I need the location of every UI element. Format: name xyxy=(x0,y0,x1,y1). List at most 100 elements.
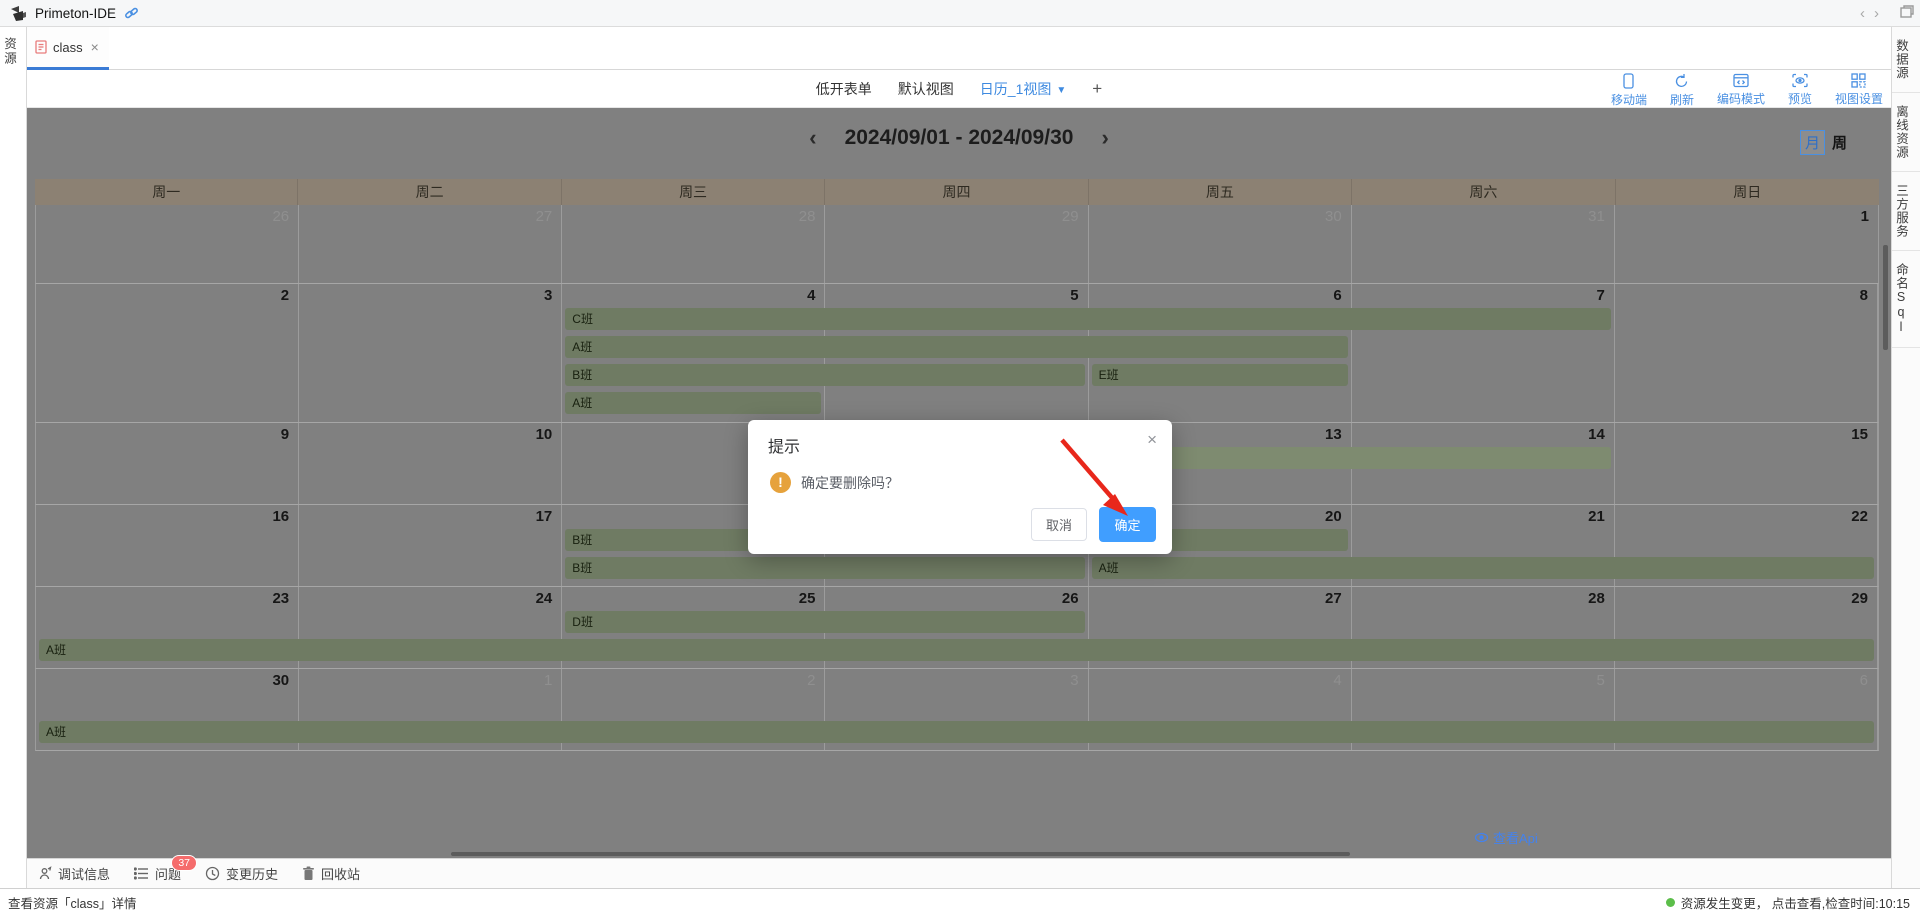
vertical-scrollbar[interactable] xyxy=(1883,245,1888,350)
calendar-cell[interactable]: 29 xyxy=(825,205,1088,283)
restore-window-icon[interactable] xyxy=(1900,5,1914,23)
code-mode-button[interactable]: 编码模式 xyxy=(1717,73,1765,108)
history-icon xyxy=(205,866,220,881)
calendar-cell[interactable]: 2 xyxy=(36,284,299,422)
date-label: 29 xyxy=(1851,590,1868,607)
week-mode-button[interactable]: 周 xyxy=(1832,132,1847,153)
cancel-button[interactable]: 取消 xyxy=(1031,508,1087,541)
view-api-link[interactable]: 查看Api xyxy=(1474,828,1538,847)
month-mode-button[interactable]: 月 xyxy=(1800,130,1825,155)
date-label: 30 xyxy=(1325,208,1342,225)
calendar-cell[interactable]: 27 xyxy=(299,205,562,283)
dialog-message: 确定要删除吗？ xyxy=(801,473,899,493)
change-history-button[interactable]: 变更历史 xyxy=(205,864,278,883)
sidebar-item-resources[interactable]: 资源 xyxy=(0,37,26,66)
date-label: 26 xyxy=(1062,590,1079,607)
resource-change-status[interactable]: 资源发生变更， 点击查看,检查时间:10:15 xyxy=(1666,893,1910,911)
weekday-header: 周五 xyxy=(1089,179,1352,205)
calendar-cell[interactable]: 28 xyxy=(562,205,825,283)
left-sidebar: 资源 xyxy=(0,27,27,888)
next-month-button[interactable]: › xyxy=(1101,127,1108,149)
calendar-event[interactable]: C班 xyxy=(565,308,1611,330)
close-icon[interactable]: × xyxy=(1147,431,1157,448)
add-view-button[interactable]: + xyxy=(1092,79,1102,99)
recycle-icon xyxy=(302,866,315,881)
date-label: 6 xyxy=(1333,287,1341,304)
app-title: Primeton-IDE xyxy=(35,6,116,21)
view-toolbar: 移动端 刷新 编码模式 xyxy=(1611,73,1883,108)
view-tab-default-view[interactable]: 默认视图 xyxy=(898,79,954,99)
view-tab-low-code-form[interactable]: 低开表单 xyxy=(816,79,872,99)
calendar-week-row: 23242526272829D班A班 xyxy=(35,587,1879,669)
calendar-week-row: 23 4 5 6 78C班 A班 B班 E班 A班 xyxy=(35,284,1879,423)
date-label: 3 xyxy=(1070,672,1078,689)
dialog-body: ! 确定要删除吗？ xyxy=(770,472,899,493)
warning-icon: ! xyxy=(770,472,791,493)
window-controls: ‹ › xyxy=(1860,0,1916,27)
tab-close-icon[interactable]: × xyxy=(91,39,99,55)
sidebar-item-thirdparty-services[interactable]: 三方服务 xyxy=(1892,172,1920,251)
tab-class[interactable]: class × xyxy=(27,27,109,70)
calendar-event[interactable]: B班 xyxy=(565,364,1084,386)
view-settings-button[interactable]: 视图设置 xyxy=(1835,73,1883,108)
calendar-cell[interactable]: 17 xyxy=(299,505,562,586)
chevron-down-icon[interactable]: ▼ xyxy=(1056,85,1066,96)
sidebar-item-datasource[interactable]: 数据源 xyxy=(1892,27,1920,93)
date-label: 28 xyxy=(1588,590,1605,607)
code-mode-icon xyxy=(1733,73,1749,88)
prev-month-button[interactable]: ‹ xyxy=(809,127,816,149)
status-dot-icon xyxy=(1666,898,1675,907)
calendar-event[interactable]: B班 xyxy=(565,557,1084,579)
calendar-cell[interactable]: 16 xyxy=(36,505,299,586)
horizontal-scrollbar[interactable] xyxy=(451,852,1350,856)
calendar-cell[interactable]: 3 xyxy=(299,284,562,422)
date-label: 14 xyxy=(1588,426,1605,443)
view-bar: 低开表单 默认视图 日历_1视图▼ + 移动端 刷新 xyxy=(27,70,1891,108)
issues-button[interactable]: 问题 37 xyxy=(134,864,181,883)
sidebar-item-named-sql[interactable]: 命名Sql xyxy=(1892,251,1920,348)
calendar-cell[interactable]: 10 xyxy=(299,423,562,504)
date-label: 4 xyxy=(807,287,815,304)
calendar-cell[interactable]: 1 xyxy=(1615,205,1878,283)
date-label: 9 xyxy=(281,426,289,443)
calendar-cell[interactable]: 8 xyxy=(1615,284,1878,422)
date-label: 7 xyxy=(1597,287,1605,304)
calendar-cell[interactable]: 30 xyxy=(1089,205,1352,283)
view-switcher: 低开表单 默认视图 日历_1视图▼ + xyxy=(816,70,1102,108)
calendar-mode-toggle: 月 周 xyxy=(1800,130,1847,155)
calendar-event[interactable]: A班 xyxy=(1092,557,1874,579)
calendar-cell[interactable]: 26 xyxy=(36,205,299,283)
date-label: 13 xyxy=(1325,426,1342,443)
sidebar-item-offline-resources[interactable]: 离线资源 xyxy=(1892,93,1920,172)
recycle-bin-button[interactable]: 回收站 xyxy=(302,864,360,883)
link-icon[interactable] xyxy=(124,6,139,21)
date-label: 25 xyxy=(799,590,816,607)
confirm-button[interactable]: 确定 xyxy=(1099,507,1156,542)
date-label: 1 xyxy=(544,672,552,689)
view-tab-calendar-1[interactable]: 日历_1视图▼ xyxy=(980,79,1066,99)
nav-forward-icon[interactable]: › xyxy=(1874,6,1879,21)
calendar-event[interactable]: A班 xyxy=(565,336,1347,358)
nav-back-icon[interactable]: ‹ xyxy=(1860,6,1865,21)
confirm-delete-dialog: 提示 × ! 确定要删除吗？ 取消 确定 xyxy=(748,420,1172,554)
date-label: 27 xyxy=(1325,590,1342,607)
calendar-header: ‹ 2024/09/01 - 2024/09/30 › xyxy=(27,126,1891,150)
date-label: 27 xyxy=(536,208,553,225)
calendar-event[interactable]: A班 xyxy=(39,721,1874,743)
calendar-event[interactable]: A班 xyxy=(565,392,821,414)
debug-info-button[interactable]: 调试信息 xyxy=(37,864,110,883)
date-label: 5 xyxy=(1070,287,1078,304)
calendar-event[interactable]: A班 xyxy=(39,639,1874,661)
refresh-button[interactable]: 刷新 xyxy=(1665,73,1699,108)
calendar-cell[interactable]: 9 xyxy=(36,423,299,504)
calendar-cell[interactable]: 15 xyxy=(1615,423,1878,504)
preview-button[interactable]: 预览 xyxy=(1783,73,1817,108)
mobile-button[interactable]: 移动端 xyxy=(1611,73,1647,108)
dialog-title: 提示 xyxy=(768,433,800,457)
calendar-cell[interactable]: 7 xyxy=(1352,284,1615,422)
calendar-event[interactable]: D班 xyxy=(565,611,1084,633)
weekday-header: 周二 xyxy=(298,179,561,205)
calendar-event[interactable]: E班 xyxy=(1092,364,1348,386)
date-label: 21 xyxy=(1588,508,1605,525)
calendar-cell[interactable]: 31 xyxy=(1352,205,1615,283)
